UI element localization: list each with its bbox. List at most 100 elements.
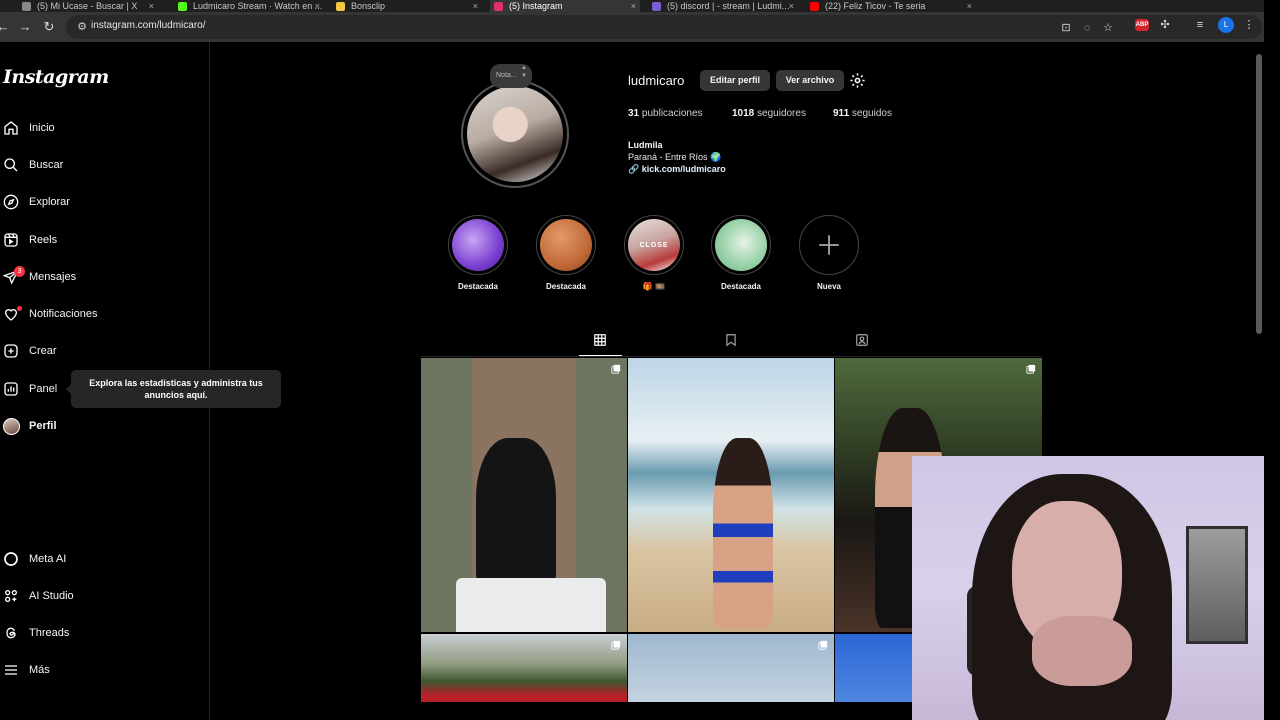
close-icon[interactable]: ×	[967, 1, 972, 11]
posts-count: 31	[628, 108, 640, 119]
posts-grid-tab-icon[interactable]	[593, 333, 609, 349]
sidebar-item-ai-studio[interactable]: AI Studio	[0, 581, 200, 611]
sidebar-item-mas[interactable]: Más	[0, 655, 200, 685]
profile-picture[interactable]	[461, 80, 569, 188]
browser-profile-avatar[interactable]: L	[1218, 17, 1234, 33]
install-app-icon[interactable]: ⊡	[1058, 20, 1074, 36]
edit-profile-button[interactable]: Editar perfil	[700, 70, 770, 91]
sidebar-item-buscar[interactable]: Buscar	[0, 150, 200, 180]
sidebar-item-threads[interactable]: Threads	[0, 618, 200, 648]
highlight-item[interactable]: Destacada	[536, 215, 596, 291]
sidebar-item-inicio[interactable]: Inicio	[0, 113, 200, 143]
carousel-icon	[818, 640, 828, 650]
tab-favicon-icon	[178, 1, 187, 11]
post-thumbnail[interactable]	[421, 634, 627, 702]
browser-tab[interactable]: (5) Mi Ucase - Buscar | X ×	[18, 0, 158, 12]
webcam-person-hand	[1032, 616, 1132, 686]
highlight-ring	[711, 215, 771, 275]
home-icon	[2, 119, 20, 137]
followers-stat[interactable]: 1018 seguidores	[732, 108, 806, 119]
scrollbar-thumb[interactable]	[1256, 54, 1262, 334]
sidebar-item-perfil[interactable]: Perfil	[0, 411, 200, 441]
sidebar-item-label: Buscar	[29, 159, 64, 171]
sidebar-item-label: Notificaciones	[29, 308, 98, 320]
media-control-icon[interactable]: ≡	[1192, 17, 1208, 33]
close-icon[interactable]: ×	[631, 1, 636, 11]
bio-link[interactable]: 🔗 kick.com/ludmicaro	[628, 164, 726, 175]
sidebar-item-meta-ai[interactable]: Meta AI	[0, 544, 200, 574]
sidebar-item-explorar[interactable]: Explorar	[0, 187, 200, 217]
settings-gear-icon[interactable]	[849, 72, 866, 89]
sidebar-item-label: AI Studio	[29, 590, 74, 602]
address-bar[interactable]: ⚙ instagram.com/ludmicaro/ ⊡ ◌ ☆	[66, 15, 1262, 39]
tab-favicon-icon	[810, 1, 819, 11]
site-settings-icon[interactable]: ⚙	[74, 19, 90, 35]
posts-label: publicaciones	[641, 108, 703, 119]
following-stat[interactable]: 911 seguidos	[833, 108, 892, 119]
eye-off-icon[interactable]: ◌	[1079, 20, 1095, 36]
close-icon[interactable]: ×	[473, 1, 478, 11]
highlight-label: 🎁 🎞️	[642, 282, 666, 291]
new-highlight-button[interactable]: Nueva	[799, 215, 859, 291]
meta-ai-icon	[2, 550, 20, 568]
forward-icon[interactable]: →	[16, 18, 34, 36]
note-bubble[interactable]: Nota... ▲ ▼	[490, 64, 532, 88]
view-archive-button[interactable]: Ver archivo	[776, 70, 844, 91]
messages-icon: 3	[2, 266, 25, 286]
browser-tab-active[interactable]: (5) Instagram ×	[490, 0, 640, 12]
browser-tab[interactable]: Bonsclip ×	[332, 0, 482, 12]
browser-tab[interactable]: (22) Feliz Ticov - Te seria ×	[806, 0, 976, 12]
sidebar-item-label: Más	[29, 664, 50, 676]
highlight-label: Destacada	[545, 282, 587, 291]
highlight-cover-text: CLOSE	[639, 241, 669, 249]
bio-link-text[interactable]: kick.com/ludmicaro	[642, 164, 726, 174]
highlight-cover	[452, 219, 504, 271]
close-icon[interactable]: ×	[315, 1, 320, 11]
post-thumbnail[interactable]	[628, 634, 834, 702]
extensions-icon[interactable]: ✣	[1157, 17, 1173, 33]
highlight-item[interactable]: Destacada	[448, 215, 508, 291]
url-text[interactable]: instagram.com/ludmicaro/	[91, 20, 205, 31]
highlight-item[interactable]: Destacada	[711, 215, 771, 291]
close-icon[interactable]: ×	[149, 1, 154, 11]
sidebar-item-crear[interactable]: Crear	[0, 336, 200, 366]
tab-title: (5) discord | - stream | Ludmi...	[667, 1, 790, 11]
tab-title: (5) Instagram	[509, 1, 563, 11]
bookmark-star-icon[interactable]: ☆	[1100, 20, 1116, 36]
instagram-logo[interactable]: Instagram	[3, 66, 109, 88]
tab-title: (22) Feliz Ticov - Te seria	[825, 1, 926, 11]
browser-tab[interactable]: (5) discord | - stream | Ludmi... ×	[648, 0, 798, 12]
sidebar-item-label: Threads	[29, 627, 70, 639]
back-icon[interactable]: ←	[0, 18, 12, 36]
sidebar-item-label: Explorar	[29, 196, 70, 208]
close-icon[interactable]: ×	[789, 1, 794, 11]
posts-stat: 31 publicaciones	[628, 108, 703, 119]
tab-title: Ludmicaro Stream · Watch en ...	[193, 1, 323, 11]
post-subject	[713, 438, 773, 628]
note-text: Nota...	[496, 72, 517, 79]
tab-title: Bonsclip	[351, 1, 386, 11]
reels-icon	[2, 231, 20, 249]
note-arrows-icon: ▲ ▼	[521, 65, 527, 79]
threads-icon	[2, 624, 20, 642]
post-thumbnail[interactable]	[628, 358, 834, 632]
highlight-item[interactable]: CLOSE 🎁 🎞️	[624, 215, 684, 291]
highlight-ring	[536, 215, 596, 275]
sidebar-item-mensajes[interactable]: 3 Mensajes	[0, 262, 200, 292]
panel-tooltip: Explora las estadísticas y administra tu…	[66, 370, 281, 408]
browser-tab[interactable]: Ludmicaro Stream · Watch en ... ×	[174, 0, 324, 12]
followers-label: seguidores	[757, 108, 806, 119]
carousel-icon	[1026, 364, 1036, 374]
browser-menu-icon[interactable]: ⋮	[1241, 17, 1257, 33]
highlight-cover: CLOSE	[628, 219, 680, 271]
sidebar-item-reels[interactable]: Reels	[0, 225, 200, 255]
adblock-extension-icon[interactable]: ABP	[1135, 19, 1149, 31]
tagged-tab-icon[interactable]	[855, 333, 871, 349]
saved-tab-icon[interactable]	[724, 333, 740, 349]
post-thumbnail[interactable]	[421, 358, 627, 632]
reload-icon[interactable]: ↻	[40, 18, 58, 36]
profile-avatar	[2, 417, 20, 435]
tab-favicon-icon	[652, 1, 661, 11]
sidebar-item-notificaciones[interactable]: Notificaciones	[0, 299, 200, 329]
tab-favicon-icon	[494, 1, 503, 11]
